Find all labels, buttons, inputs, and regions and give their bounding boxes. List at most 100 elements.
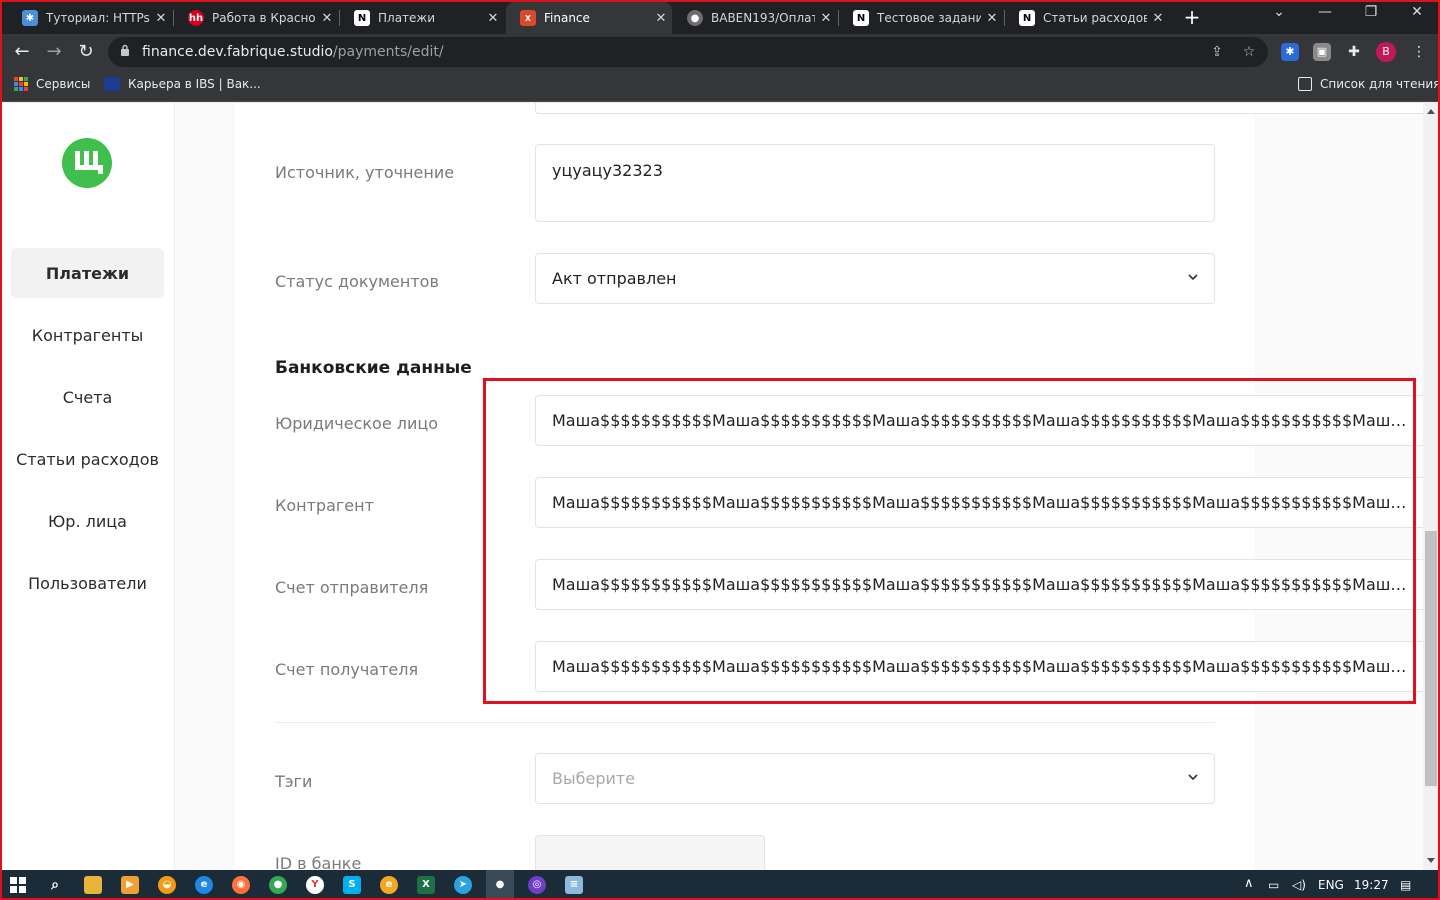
excel-icon[interactable]: X	[417, 876, 435, 894]
tab-hh[interactable]: hh Работа в Краснода ✕	[174, 2, 338, 34]
tray-chevron-icon[interactable]: ∧	[1244, 876, 1254, 891]
edge-icon[interactable]: e	[195, 876, 213, 894]
minimize-icon[interactable]: —	[1310, 4, 1340, 20]
url-text: finance.dev.fabrique.studio/payments/edi…	[142, 44, 444, 60]
scroll-down-icon[interactable]	[1427, 858, 1435, 863]
scroll-thumb[interactable]	[1425, 531, 1437, 786]
profile-avatar[interactable]: B	[1376, 42, 1396, 62]
language-indicator[interactable]: ENG	[1318, 878, 1344, 892]
volume-icon[interactable]: ◁)	[1292, 878, 1306, 892]
reading-list[interactable]: Список для чтения	[1298, 77, 1440, 91]
chrome-active-icon[interactable]: ●	[486, 870, 514, 900]
extensions-puzzle-icon[interactable]: ✚	[1345, 43, 1363, 61]
app-e-icon[interactable]: e	[380, 876, 398, 894]
clock[interactable]: 19:27	[1354, 878, 1389, 892]
close-icon[interactable]: ✕	[316, 11, 338, 26]
skype-icon[interactable]: S	[343, 876, 361, 894]
github-icon: ●	[687, 10, 703, 26]
page-viewport: Платежи Контрагенты Счета Статьи расходо…	[0, 103, 1440, 870]
yandex-icon[interactable]: Y	[306, 876, 324, 894]
tab-expenses[interactable]: N Статьи расходов ✕	[1005, 2, 1169, 34]
firefox-icon[interactable]: ◉	[232, 876, 250, 894]
windows-start-icon[interactable]	[9, 876, 27, 894]
sidebar-item-expense-items[interactable]: Статьи расходов	[11, 434, 164, 484]
new-tab-button[interactable]: +	[1180, 5, 1204, 29]
search-icon[interactable]: ⌕	[46, 876, 64, 894]
bookmarks-bar: Сервисы Карьера в IBS | Вак... Список дл…	[0, 70, 1440, 102]
finance-icon: X	[520, 10, 536, 26]
sender-account-field[interactable]: Маша$$$$$$$$$$$Маша$$$$$$$$$$$Маша$$$$$$…	[535, 559, 1425, 610]
tab-strip: ✱ Туториал: HTTPs за ✕ hh Работа в Красн…	[0, 0, 1440, 34]
sidebar: Платежи Контрагенты Счета Статьи расходо…	[0, 103, 175, 870]
tab-finance[interactable]: X Finance ✕	[506, 2, 672, 34]
page-scrollbar[interactable]	[1423, 103, 1440, 870]
notifications-icon[interactable]: ▤	[1400, 878, 1411, 892]
telegram-icon[interactable]: ➤	[454, 876, 472, 894]
source-textarea[interactable]: уцуацу32323	[535, 144, 1215, 222]
media-player-icon[interactable]: ▶	[121, 876, 139, 894]
tags-select[interactable]: Выберите	[535, 753, 1215, 804]
close-icon[interactable]: ✕	[482, 11, 504, 26]
close-icon[interactable]: ✕	[1147, 11, 1169, 26]
bookmark-services[interactable]: Сервисы	[14, 77, 90, 91]
chrome-icon[interactable]: ●	[269, 876, 287, 894]
file-explorer-icon[interactable]	[84, 876, 102, 894]
tab-payments[interactable]: N Платежи ✕	[340, 2, 504, 34]
sidebar-item-users[interactable]: Пользователи	[11, 558, 164, 608]
counterparty-field[interactable]: Маша$$$$$$$$$$$Маша$$$$$$$$$$$Маша$$$$$$…	[535, 477, 1425, 528]
extension-icon[interactable]: ▣	[1313, 43, 1331, 61]
extension-icon[interactable]: ✱	[1281, 43, 1299, 61]
scroll-up-icon[interactable]	[1427, 109, 1435, 114]
bookmark-star-icon[interactable]: ☆	[1240, 43, 1258, 61]
reload-icon[interactable]: ↻	[74, 40, 98, 64]
app-icon[interactable]: ◒	[158, 876, 176, 894]
tab-tutorial[interactable]: ✱ Туториал: HTTPs за ✕	[8, 2, 172, 34]
sidebar-item-counterparties[interactable]: Контрагенты	[11, 310, 164, 360]
forward-icon[interactable]: →	[42, 40, 66, 64]
recipient-account-field[interactable]: Маша$$$$$$$$$$$Маша$$$$$$$$$$$Маша$$$$$$…	[535, 641, 1425, 692]
back-icon[interactable]: ←	[10, 40, 34, 64]
hh-icon: hh	[188, 10, 204, 26]
doc-status-select[interactable]: Акт отправлен	[535, 253, 1215, 304]
apps-grid-icon	[14, 77, 28, 91]
restore-icon[interactable]: ❐	[1356, 4, 1386, 20]
sidebar-item-legal-entities[interactable]: Юр. лица	[11, 496, 164, 546]
sidebar-item-payments[interactable]: Платежи	[11, 248, 164, 298]
notion-icon: N	[1019, 10, 1035, 26]
bank-section-title: Банковские данные	[275, 358, 472, 378]
doc-status-label: Статус документов	[275, 272, 439, 291]
chevron-down-icon	[1188, 774, 1198, 781]
counterparty-label: Контрагент	[275, 496, 374, 515]
sidebar-item-accounts[interactable]: Счета	[11, 372, 164, 422]
tab-test-task[interactable]: N Тестовое задание ✕	[839, 2, 1003, 34]
tags-label: Тэги	[275, 772, 313, 791]
ibs-icon	[104, 77, 120, 91]
tab-github[interactable]: ● BABEN193/Оплата ✕	[673, 2, 837, 34]
prev-field[interactable]	[535, 103, 1425, 114]
recipient-account-label: Счет получателя	[275, 660, 419, 679]
app-logo[interactable]	[62, 138, 112, 188]
notion-icon: N	[853, 10, 869, 26]
close-icon[interactable]: ✕	[981, 11, 1003, 26]
tab-search-icon[interactable]: ⌄	[1264, 4, 1294, 20]
share-icon[interactable]: ⇪	[1208, 43, 1226, 61]
taskbar: ⌕ ▶ ◒ e ◉ ● Y S e X ➤ ● ◎ ≡ ∧ ▭ ◁) ENG 1…	[0, 870, 1440, 900]
divider	[275, 722, 1215, 723]
close-icon[interactable]: ✕	[815, 11, 837, 26]
legal-entity-field[interactable]: Маша$$$$$$$$$$$Маша$$$$$$$$$$$Маша$$$$$$…	[535, 395, 1425, 446]
address-bar[interactable]: finance.dev.fabrique.studio/payments/edi…	[108, 37, 1268, 67]
network-icon[interactable]: ▭	[1268, 878, 1279, 892]
notes-icon[interactable]: ≡	[565, 876, 583, 894]
lock-icon	[121, 44, 129, 56]
close-icon[interactable]: ✕	[150, 11, 172, 26]
source-label: Источник, уточнение	[275, 163, 455, 182]
sender-account-label: Счет отправителя	[275, 578, 429, 597]
github-desktop-icon[interactable]: ◎	[528, 876, 546, 894]
window-close-icon[interactable]: ✕	[1402, 4, 1432, 20]
bookmark-ibs[interactable]: Карьера в IBS | Вак...	[104, 77, 261, 91]
bank-id-field[interactable]	[535, 835, 765, 870]
close-icon[interactable]: ✕	[650, 11, 672, 26]
tutorial-icon: ✱	[22, 10, 38, 26]
bank-id-label: ID в банке	[275, 854, 362, 870]
menu-dots-icon[interactable]: ⋮	[1410, 43, 1428, 61]
